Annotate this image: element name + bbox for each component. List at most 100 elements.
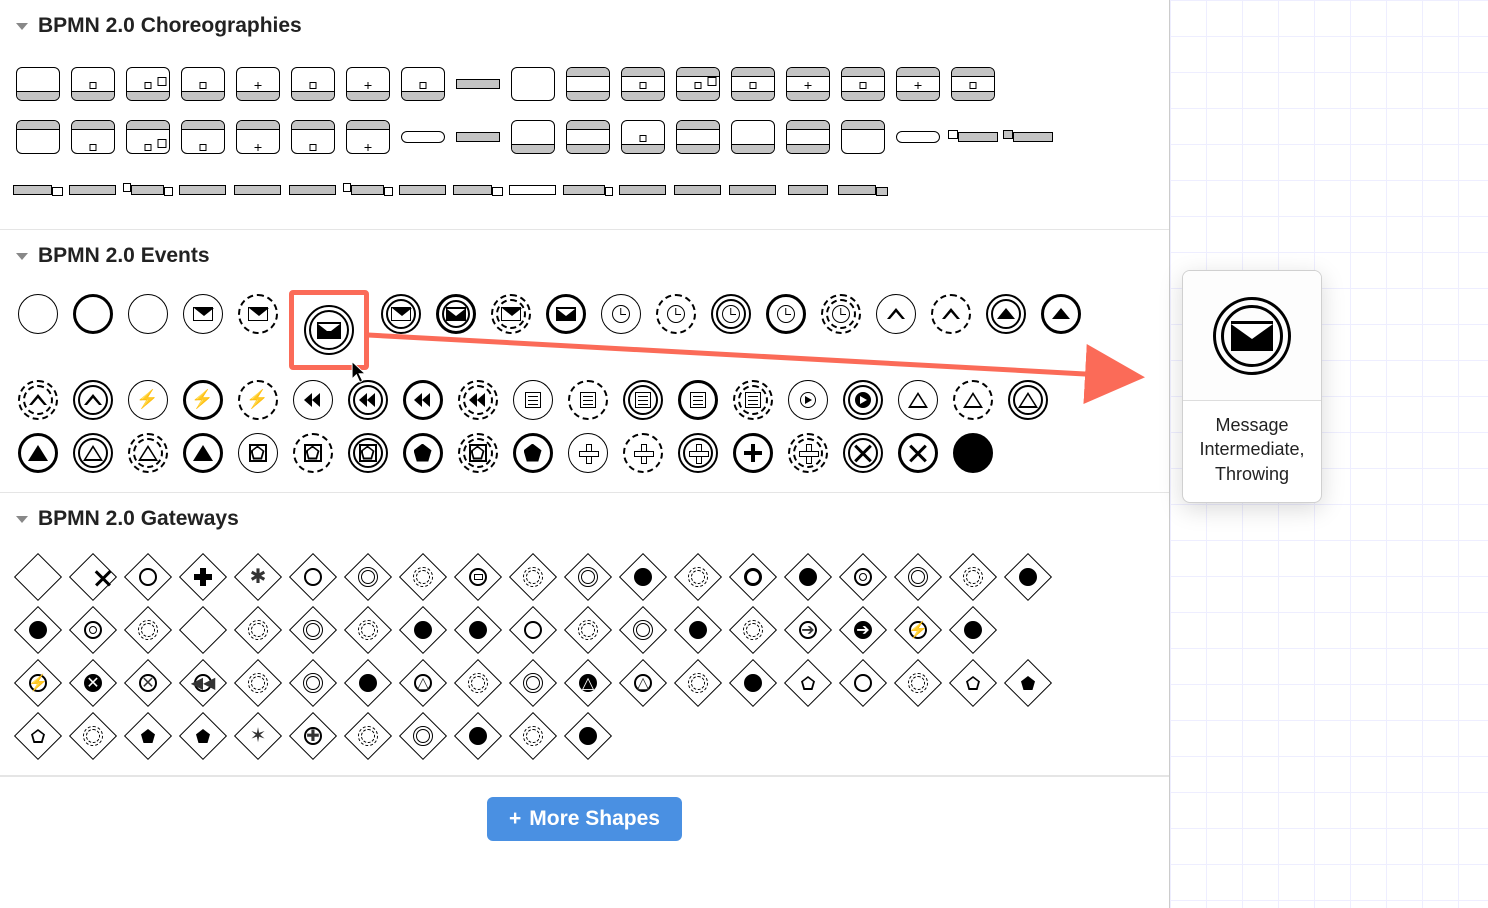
choreo-task[interactable]: [894, 60, 941, 107]
drawing-canvas[interactable]: Message Intermediate, Throwing: [1170, 0, 1488, 908]
gateway-gw21[interactable]: ✕: [69, 659, 116, 706]
choreo-task[interactable]: [729, 113, 776, 160]
section-header-events[interactable]: BPMN 2.0 Events: [0, 230, 1169, 282]
gateway-timer-start[interactable]: [839, 553, 886, 600]
gateway-gw47[interactable]: [454, 712, 501, 759]
choreo-task[interactable]: [564, 60, 611, 107]
gateway-gw14[interactable]: [729, 606, 776, 653]
choreo-task-band[interactable]: [179, 166, 226, 213]
choreo-task-band[interactable]: [454, 113, 501, 160]
event-timer-start-ni[interactable]: [652, 290, 699, 337]
gateway-gw27[interactable]: △: [399, 659, 446, 706]
event-compensation-start[interactable]: [289, 376, 336, 423]
choreo-message[interactable]: [839, 166, 886, 213]
choreo-task-band[interactable]: [234, 166, 281, 213]
event-multiple-intermediate-catching[interactable]: [344, 429, 391, 476]
gateway-gw7[interactable]: [344, 606, 391, 653]
gateway-gw29[interactable]: [509, 659, 556, 706]
event-timer-boundary-ni[interactable]: [817, 290, 864, 337]
gateway-gw35[interactable]: [839, 659, 886, 706]
choreo-task[interactable]: [234, 60, 281, 107]
gateway-message-dbl-dashed[interactable]: [674, 553, 721, 600]
choreo-task-band[interactable]: [509, 166, 556, 213]
choreo-task[interactable]: [839, 60, 886, 107]
event-rule-start[interactable]: [509, 376, 556, 423]
choreo-task-band[interactable]: [69, 166, 116, 213]
event-message-start[interactable]: [179, 290, 226, 337]
choreo-task[interactable]: [399, 60, 446, 107]
choreo-task[interactable]: [69, 113, 116, 160]
gateway-timer-intermediate[interactable]: [949, 553, 996, 600]
choreo-task[interactable]: [784, 113, 831, 160]
gateway-gw1[interactable]: [14, 606, 61, 653]
gateway-gw26[interactable]: [344, 659, 391, 706]
event-cancel-end[interactable]: [894, 429, 941, 476]
choreo-message[interactable]: [949, 113, 996, 160]
event-signal-boundary[interactable]: [69, 429, 116, 476]
gateway-gw31[interactable]: △: [619, 659, 666, 706]
event-message-intermediate-catching[interactable]: [377, 290, 424, 337]
choreo-task[interactable]: [179, 113, 226, 160]
event-parallel-boundary-ni[interactable]: [784, 429, 831, 476]
event-conditional-intermediate[interactable]: ⚡: [234, 376, 281, 423]
event-signal-boundary-ni[interactable]: [124, 429, 171, 476]
gateway-event-based[interactable]: [399, 553, 446, 600]
gateway-gw23[interactable]: ◀◀: [179, 659, 226, 706]
choreo-task[interactable]: [124, 60, 171, 107]
event-parallel-start[interactable]: [564, 429, 611, 476]
gateway-gw25[interactable]: [289, 659, 336, 706]
choreo-task-band[interactable]: [454, 60, 501, 107]
choreo-task-band[interactable]: [784, 166, 831, 213]
gateway-timer-filled[interactable]: [1004, 553, 1051, 600]
event-compensation-end[interactable]: [454, 376, 501, 423]
gateway-gw15[interactable]: ➔: [784, 606, 831, 653]
event-message-boundary[interactable]: [432, 290, 479, 337]
gateway-complex[interactable]: ✱: [234, 553, 281, 600]
choreo-task[interactable]: [839, 113, 886, 160]
choreo-task[interactable]: [619, 60, 666, 107]
section-header-gateways[interactable]: BPMN 2.0 Gateways: [0, 493, 1169, 545]
choreo-message[interactable]: [1004, 113, 1051, 160]
choreo-task-band[interactable]: [729, 166, 776, 213]
gateway-gw4[interactable]: [179, 606, 226, 653]
event-escalation-start[interactable]: [872, 290, 919, 337]
event-rule-boundary-ni[interactable]: [729, 376, 776, 423]
event-cancel-intermediate[interactable]: [839, 429, 886, 476]
more-shapes-button[interactable]: + More Shapes: [487, 797, 682, 841]
choreo-task[interactable]: [619, 113, 666, 160]
gateway-gw39[interactable]: [14, 712, 61, 759]
gateway-gw28[interactable]: [454, 659, 501, 706]
event-parallel-boundary[interactable]: [729, 429, 776, 476]
event-signal-intermediate-catching[interactable]: [1004, 376, 1051, 423]
choreo-task-band[interactable]: [289, 166, 336, 213]
choreo-task[interactable]: [179, 60, 226, 107]
event-timer-start[interactable]: [597, 290, 644, 337]
choreo-message[interactable]: [14, 166, 61, 213]
event-none-start[interactable]: [14, 290, 61, 337]
choreo-task[interactable]: [234, 113, 281, 160]
gateway-gw18[interactable]: [949, 606, 996, 653]
choreo-task-band[interactable]: [399, 113, 446, 160]
gateway-gw9[interactable]: [454, 606, 501, 653]
event-link-throw[interactable]: [839, 376, 886, 423]
gateway-gw49[interactable]: [564, 712, 611, 759]
gateway-gw3[interactable]: [124, 606, 171, 653]
gateway-gw13[interactable]: [674, 606, 721, 653]
event-signal-end[interactable]: [179, 429, 226, 476]
choreo-task-band[interactable]: [399, 166, 446, 213]
choreo-task[interactable]: [289, 113, 336, 160]
gateway-gw8[interactable]: [399, 606, 446, 653]
event-message-end[interactable]: [542, 290, 589, 337]
gateway-gw2[interactable]: [69, 606, 116, 653]
event-none-end[interactable]: [124, 290, 171, 337]
event-escalation-boundary-ni[interactable]: [14, 376, 61, 423]
choreo-message[interactable]: [344, 166, 391, 213]
gateway-gw10[interactable]: [509, 606, 556, 653]
choreo-task[interactable]: [674, 113, 721, 160]
event-parallel-intermediate[interactable]: [674, 429, 721, 476]
gateway-gw48[interactable]: [509, 712, 556, 759]
choreo-task[interactable]: [69, 60, 116, 107]
gateway-gw43[interactable]: ✶: [234, 712, 281, 759]
event-link-catch[interactable]: [784, 376, 831, 423]
gateway-parallel[interactable]: [179, 553, 226, 600]
